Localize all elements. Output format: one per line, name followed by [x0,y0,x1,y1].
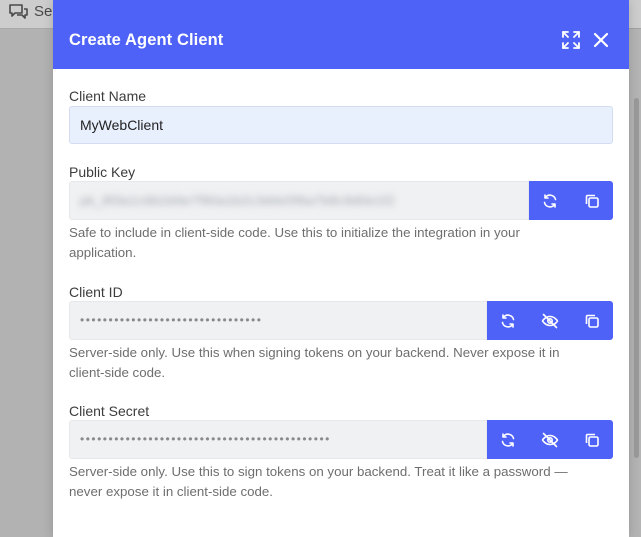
client-id-actions [487,301,613,340]
client-secret-actions [487,420,613,459]
eye-off-icon [541,313,559,328]
copy-icon [585,314,599,328]
client-secret-reveal-button[interactable] [529,420,571,459]
client-name-input[interactable] [69,106,613,144]
client-id-help: Server-side only. Use this when signing … [69,345,560,380]
copy-icon [585,433,599,447]
refresh-icon [501,313,515,328]
client-secret-masked-value: ••••••••••••••••••••••••••••••••••••••••… [80,432,331,446]
public-key-refresh-button[interactable] [529,181,571,220]
public-key-actions [529,181,613,220]
public-key-value: pk_8f3a1c6b2d4e7f90a1b2c3d4e5f6a7b8c9d0e… [80,193,395,208]
refresh-icon [501,432,515,447]
client-secret-refresh-button[interactable] [487,420,529,459]
client-id-copy-button[interactable] [571,301,613,340]
client-secret-label: Client Secret [69,403,150,419]
client-id-masked-value: •••••••••••••••••••••••••••••••• [80,313,263,327]
client-secret-help: Server-side only. Use this to sign token… [69,464,568,499]
client-secret-copy-button[interactable] [571,420,613,459]
client-name-label: Client Name [69,88,147,104]
create-agent-client-dialog: Create Agent Client Client Name MyWebCli… [53,0,629,537]
copy-icon [585,194,599,208]
public-key-help: Safe to include in client-side code. Use… [69,225,520,260]
refresh-icon [543,193,557,208]
client-id-refresh-button[interactable] [487,301,529,340]
chat-icon [9,4,28,19]
public-key-copy-button[interactable] [571,181,613,220]
client-id-reveal-button[interactable] [529,301,571,340]
dialog-header: Create Agent Client [53,0,629,69]
dialog-title: Create Agent Client [69,31,224,49]
eye-off-icon [541,432,559,447]
background-header-text: Se [34,3,53,20]
public-key-label: Public Key [69,164,136,180]
background-scrollbar[interactable] [634,98,639,458]
client-id-label: Client ID [69,284,123,300]
public-key-field[interactable]: pk_8f3a1c6b2d4e7f90a1b2c3d4e5f6a7b8c9d0e… [69,181,529,220]
expand-icon[interactable] [560,29,582,51]
client-id-field[interactable]: •••••••••••••••••••••••••••••••• [69,301,487,340]
close-icon[interactable] [590,29,612,51]
client-secret-field[interactable]: ••••••••••••••••••••••••••••••••••••••••… [69,420,487,459]
